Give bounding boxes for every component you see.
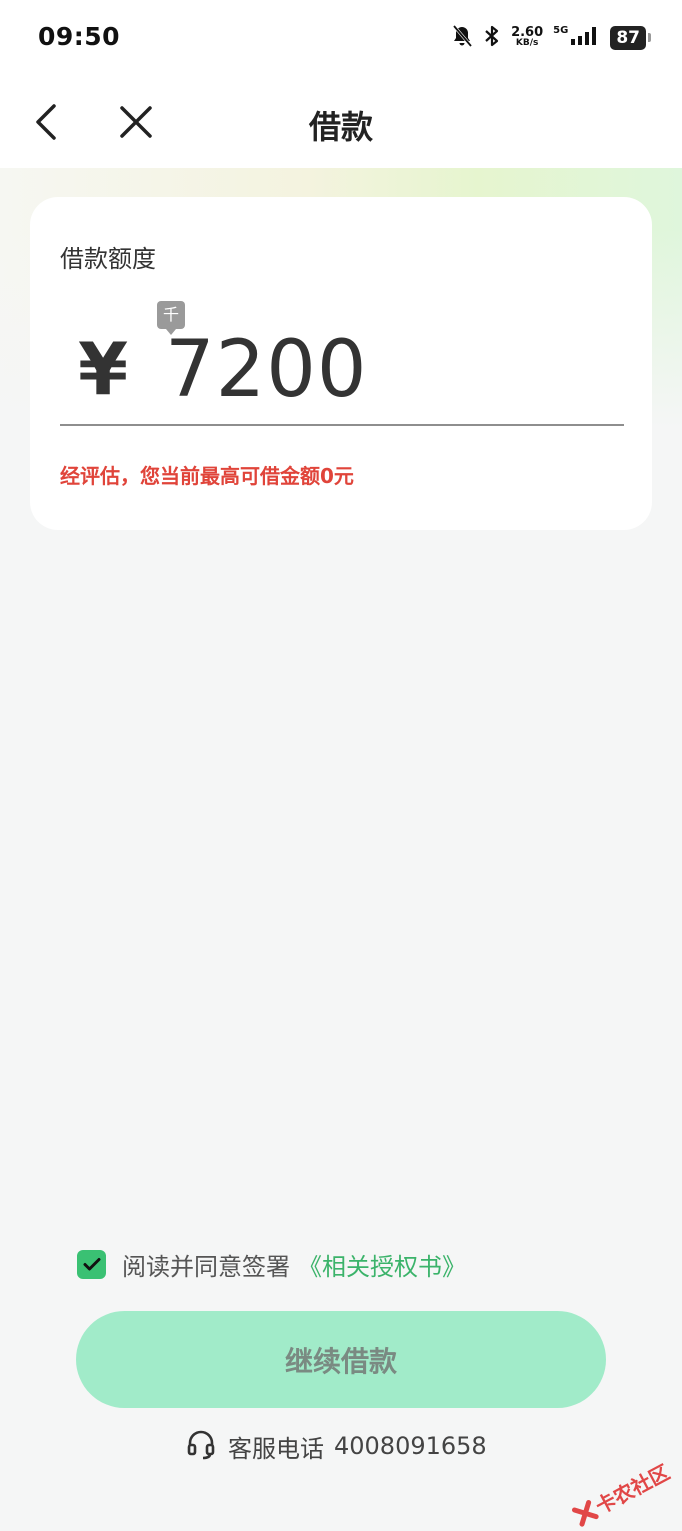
check-icon — [83, 1258, 100, 1271]
watermark: 卡农社区 — [569, 1456, 674, 1530]
bell-muted-icon — [451, 24, 473, 52]
net-speed: 2.60 KB/s — [511, 25, 544, 49]
agreement-text: 阅读并同意签署 — [122, 1252, 290, 1281]
currency-symbol: ¥ — [78, 327, 129, 411]
net-speed-unit: KB/s — [515, 38, 539, 48]
agreement-row: 阅读并同意签署 《相关授权书》 — [77, 1247, 466, 1282]
service-label: 客服电话 — [228, 1434, 324, 1463]
customer-service[interactable]: 客服电话 4008091658 — [186, 1428, 487, 1464]
status-time: 09:50 — [38, 22, 121, 51]
network-type: 5G — [553, 24, 569, 36]
amount-underline — [60, 424, 624, 426]
status-icons: 2.60 KB/s 5G 87 — [451, 22, 651, 54]
nav-bar: 借款 — [0, 76, 682, 168]
agreement-checkbox[interactable] — [77, 1249, 106, 1279]
status-bar: 09:50 2.60 KB/s 5G 87 — [0, 0, 682, 76]
page-title: 借款 — [308, 108, 373, 146]
net-speed-value: 2.60 — [511, 25, 544, 40]
loan-amount-card: 借款额度 千 ¥ 7200 经评估，您当前最高可借金额0元 — [30, 197, 652, 530]
headset-icon — [186, 1428, 216, 1464]
service-phone[interactable]: 4008091658 — [334, 1432, 487, 1460]
authorization-link[interactable]: 《相关授权书》 — [298, 1247, 466, 1282]
loan-amount-input[interactable]: 7200 — [165, 325, 368, 415]
signal-icon — [570, 25, 600, 51]
bluetooth-icon — [483, 24, 501, 52]
watermark-text: 卡农社区 — [591, 1459, 674, 1519]
evaluation-note: 经评估，您当前最高可借金额0元 — [60, 464, 354, 488]
continue-borrow-button[interactable]: 继续借款 — [76, 1311, 606, 1408]
loan-limit-label: 借款额度 — [60, 245, 156, 273]
battery-indicator: 87 — [610, 26, 651, 50]
